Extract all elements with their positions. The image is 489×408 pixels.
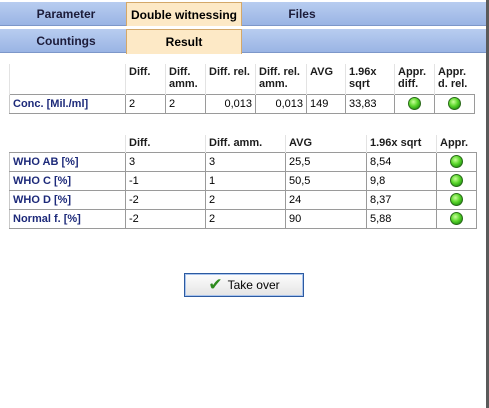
- cell-avg: 149: [306, 93, 346, 114]
- header-diff: Diff.: [125, 135, 206, 152]
- cell-diff: 2: [125, 93, 166, 114]
- header-appr: Appr.: [436, 135, 477, 152]
- header-diff-amm: Diff. amm.: [205, 135, 286, 152]
- result-window: Parameter Double witnessing Files Counti…: [0, 0, 489, 408]
- cell-avg: 25,5: [285, 151, 367, 172]
- table-row: Conc. [Mil./ml] 2 2 0,013 0,013 149 33,8…: [9, 93, 475, 114]
- row-label: Normal f. [%]: [9, 208, 126, 229]
- green-led-icon: [450, 174, 463, 187]
- header-appr-d-rel: Appr. d. rel.: [434, 64, 475, 94]
- cell-diff: -1: [125, 170, 206, 191]
- tab-countings[interactable]: Countings: [10, 29, 122, 53]
- cell-appr: [436, 208, 477, 229]
- green-led-icon: [448, 97, 461, 110]
- row-label-conc: Conc. [Mil./ml]: [9, 93, 126, 114]
- checkmark-icon: ✔: [208, 275, 223, 295]
- concentration-table: Diff. Diff. amm. Diff. rel. Diff. rel. a…: [9, 64, 475, 114]
- header-diff: Diff.: [125, 64, 166, 94]
- tab-files[interactable]: Files: [244, 2, 360, 26]
- cell-diff: 3: [125, 151, 206, 172]
- cell-sqrt: 33,83: [345, 93, 395, 114]
- header-appr-diff: Appr. diff.: [394, 64, 435, 94]
- header-avg: AVG: [285, 135, 367, 152]
- cell-appr: [436, 170, 477, 191]
- cell-diff-amm: 2: [205, 208, 286, 229]
- cell-avg: 50,5: [285, 170, 367, 191]
- row-label: WHO D [%]: [9, 189, 126, 210]
- cell-diff-amm: 2: [165, 93, 206, 114]
- tab-parameter[interactable]: Parameter: [10, 2, 122, 26]
- take-over-label: Take over: [227, 278, 280, 292]
- cell-diff: -2: [125, 189, 206, 210]
- header-diff-rel: Diff. rel.: [205, 64, 256, 94]
- cell-diff-rel-amm: 0,013: [255, 93, 307, 114]
- header-diff-rel-amm: Diff. rel. amm.: [255, 64, 307, 94]
- cell-sqrt: 5,88: [366, 208, 437, 229]
- cell-diff-amm: 1: [205, 170, 286, 191]
- header-blank: [9, 64, 126, 94]
- table-row: WHO AB [%] 3 3 25,5 8,54: [9, 151, 477, 172]
- cell-avg: 90: [285, 208, 367, 229]
- table-row: WHO C [%] -1 1 50,5 9,8: [9, 170, 477, 191]
- green-led-icon: [450, 155, 463, 168]
- row-label: WHO AB [%]: [9, 151, 126, 172]
- table-row: WHO D [%] -2 2 24 8,37: [9, 189, 477, 210]
- cell-diff-rel: 0,013: [205, 93, 256, 114]
- row-label: WHO C [%]: [9, 170, 126, 191]
- green-led-icon: [408, 97, 421, 110]
- cell-sqrt: 9,8: [366, 170, 437, 191]
- cell-appr: [436, 151, 477, 172]
- tab-double-witnessing[interactable]: Double witnessing: [126, 2, 242, 26]
- take-over-button[interactable]: ✔ Take over: [184, 273, 304, 297]
- green-led-icon: [450, 212, 463, 225]
- header-blank: [10, 135, 126, 152]
- cell-sqrt: 8,54: [366, 151, 437, 172]
- header-avg: AVG: [306, 64, 346, 94]
- cell-appr: [436, 189, 477, 210]
- tab-result[interactable]: Result: [126, 29, 242, 54]
- header-sqrt: 1.96x sqrt: [366, 135, 437, 152]
- cell-diff: -2: [125, 208, 206, 229]
- who-table: Diff. Diff. amm. AVG 1.96x sqrt Appr. WH…: [9, 135, 477, 229]
- main-tab-bar: Parameter Double witnessing Files: [0, 2, 486, 26]
- table-row: Normal f. [%] -2 2 90 5,88: [9, 208, 477, 229]
- cell-appr-diff: [394, 93, 435, 114]
- cell-diff-amm: 2: [205, 189, 286, 210]
- cell-diff-amm: 3: [205, 151, 286, 172]
- cell-appr-d-rel: [434, 93, 475, 114]
- sub-tab-bar: Countings Result: [0, 29, 486, 54]
- header-sqrt: 1.96x sqrt: [345, 64, 395, 94]
- cell-sqrt: 8,37: [366, 189, 437, 210]
- cell-avg: 24: [285, 189, 367, 210]
- green-led-icon: [450, 193, 463, 206]
- header-diff-amm: Diff. amm.: [165, 64, 206, 94]
